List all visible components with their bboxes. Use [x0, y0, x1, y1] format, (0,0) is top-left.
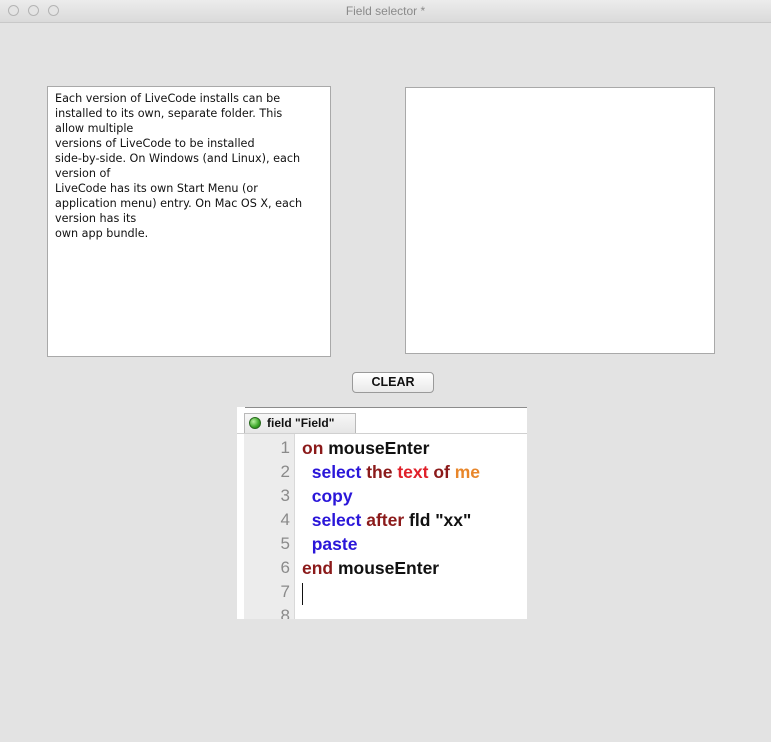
window-title: Field selector *: [345, 4, 426, 18]
code-token: after: [366, 510, 410, 530]
status-led-icon: [249, 417, 261, 429]
code-token: select: [302, 510, 367, 530]
code-token: of: [433, 462, 455, 482]
code-token: end: [302, 558, 338, 578]
line-number: 6: [280, 558, 290, 577]
code-token: mouseEnter: [328, 438, 430, 458]
code-token: me: [454, 462, 481, 482]
editor-divider: [245, 407, 527, 408]
line-number-gutter: 1 2 3 4 5 6 7 8: [244, 434, 295, 619]
tab-label: field "Field": [267, 416, 335, 430]
code-token: mouseEnter: [337, 558, 440, 578]
code-line: select after fld "xx": [302, 510, 472, 531]
code-line: paste: [302, 534, 358, 555]
line-number: 8: [280, 606, 290, 619]
script-editor[interactable]: field "Field" 1 2 3 4 5 6 7 8 on mouseEnter sel…: [237, 407, 527, 619]
target-text-field[interactable]: [405, 87, 715, 354]
code-token: the: [366, 462, 398, 482]
code-token: fld "xx": [409, 510, 472, 530]
code-token: select: [302, 462, 367, 482]
code-line: end mouseEnter: [302, 558, 439, 579]
code-token: copy: [302, 486, 353, 506]
line-number: 2: [280, 462, 290, 481]
text-caret: [302, 583, 303, 605]
source-text-field[interactable]: Each version of LiveCode installs can be…: [47, 86, 331, 357]
code-line: select the text of me: [302, 462, 480, 483]
line-number: 7: [280, 582, 290, 601]
line-number: 4: [280, 510, 290, 529]
code-line: on mouseEnter: [302, 438, 429, 459]
code-token: on: [302, 438, 329, 458]
line-number: 3: [280, 486, 290, 505]
title-bar: Field selector *: [0, 0, 771, 23]
tab-field-script[interactable]: field "Field": [244, 413, 356, 433]
code-line: copy: [302, 486, 353, 507]
clear-button[interactable]: CLEAR: [352, 372, 434, 393]
code-token: text: [397, 462, 434, 482]
code-token: paste: [302, 534, 358, 554]
line-number: 1: [280, 438, 290, 457]
line-number: 5: [280, 534, 290, 553]
